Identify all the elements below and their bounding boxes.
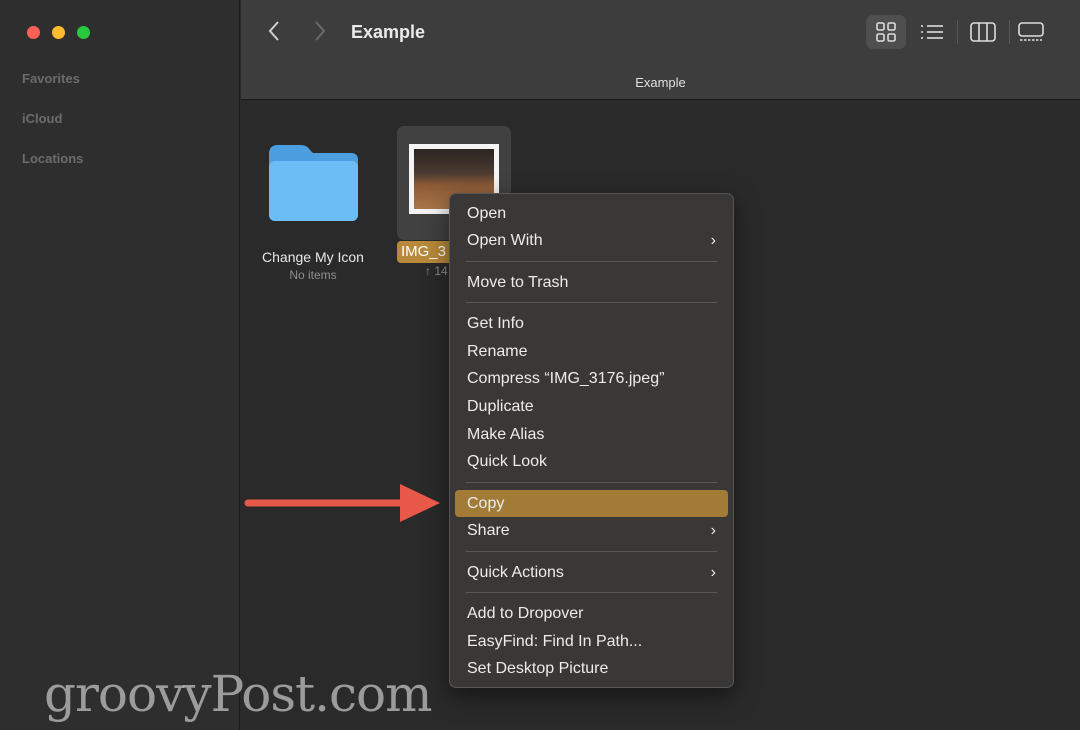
menu-label: Add to Dropover: [467, 605, 584, 622]
menu-label: Open With: [467, 232, 543, 249]
menu-item-open[interactable]: Open: [455, 200, 728, 227]
folder-item[interactable]: Change My Icon No items: [250, 140, 376, 282]
menu-label: Quick Actions: [467, 564, 564, 581]
window-title: Example: [351, 22, 426, 42]
menu-item-share[interactable]: Share ›: [455, 517, 728, 544]
menu-label: Set Desktop Picture: [467, 660, 609, 677]
file-info: No items: [289, 268, 337, 282]
menu-label: Compress “IMG_3176.jpeg”: [467, 370, 665, 387]
back-button[interactable]: [267, 18, 281, 49]
folder-icon: [269, 145, 358, 221]
file-info: ↑ 14: [425, 264, 448, 278]
sidebar: Favorites iCloud Locations: [0, 0, 240, 730]
menu-label: Move to Trash: [467, 274, 569, 291]
menu-item-get-info[interactable]: Get Info: [455, 310, 728, 337]
menu-separator: [466, 592, 717, 593]
toolbar: Example Example: [241, 0, 1080, 100]
sidebar-section-locations[interactable]: Locations: [22, 151, 83, 166]
grid-icon: [876, 22, 896, 42]
file-name: Change My Icon: [262, 249, 364, 265]
menu-label: Copy: [467, 495, 505, 512]
divider: [1009, 20, 1010, 44]
close-window-button[interactable]: [27, 26, 40, 39]
menu-item-copy[interactable]: Copy: [455, 490, 728, 517]
context-menu: Open Open With › Move to Trash Get Info R…: [449, 193, 734, 688]
chevron-right-icon: ›: [710, 232, 716, 249]
menu-item-set-desktop-picture[interactable]: Set Desktop Picture: [455, 655, 728, 682]
menu-item-duplicate[interactable]: Duplicate: [455, 393, 728, 420]
chevron-right-icon: ›: [710, 522, 716, 539]
chevron-right-icon: [315, 21, 326, 41]
menu-item-open-with[interactable]: Open With ›: [455, 227, 728, 254]
icon-view-button[interactable]: [866, 15, 906, 49]
menu-item-rename[interactable]: Rename: [455, 338, 728, 365]
sidebar-section-favorites[interactable]: Favorites: [22, 71, 80, 86]
chevron-right-icon: ›: [710, 564, 716, 581]
gallery-view-button[interactable]: [1011, 15, 1051, 49]
list-view-button[interactable]: [912, 15, 952, 49]
menu-item-easyfind[interactable]: EasyFind: Find In Path...: [455, 628, 728, 655]
menu-separator: [466, 482, 717, 483]
divider: [957, 20, 958, 44]
menu-item-compress[interactable]: Compress “IMG_3176.jpeg”: [455, 365, 728, 392]
menu-label: Get Info: [467, 315, 524, 332]
menu-label: EasyFind: Find In Path...: [467, 633, 643, 650]
menu-label: Quick Look: [467, 453, 548, 470]
forward-button[interactable]: [313, 18, 327, 49]
sidebar-section-icloud[interactable]: iCloud: [22, 111, 62, 126]
menu-label: Rename: [467, 343, 528, 360]
menu-item-move-to-trash[interactable]: Move to Trash: [455, 269, 728, 296]
menu-item-quick-actions[interactable]: Quick Actions ›: [455, 559, 728, 586]
path-title: Example: [635, 75, 686, 90]
menu-item-add-to-dropover[interactable]: Add to Dropover: [455, 600, 728, 627]
menu-label: Share: [467, 522, 510, 539]
columns-icon: [970, 22, 996, 42]
zoom-window-button[interactable]: [77, 26, 90, 39]
minimize-window-button[interactable]: [52, 26, 65, 39]
selected-file-name[interactable]: IMG_3: [397, 241, 457, 263]
watermark: groovyPost.com: [44, 665, 432, 723]
menu-label: Open: [467, 205, 507, 222]
list-icon: [921, 25, 943, 39]
red-arrow-annotation: [244, 484, 440, 522]
menu-item-quick-look[interactable]: Quick Look: [455, 448, 728, 475]
chevron-left-icon: [268, 21, 279, 41]
menu-label: Make Alias: [467, 426, 545, 443]
menu-label: Duplicate: [467, 398, 534, 415]
gallery-icon: [1018, 22, 1044, 41]
menu-item-make-alias[interactable]: Make Alias: [455, 421, 728, 448]
menu-separator: [466, 302, 717, 303]
column-view-button[interactable]: [963, 15, 1003, 49]
menu-separator: [466, 261, 717, 262]
menu-separator: [466, 551, 717, 552]
